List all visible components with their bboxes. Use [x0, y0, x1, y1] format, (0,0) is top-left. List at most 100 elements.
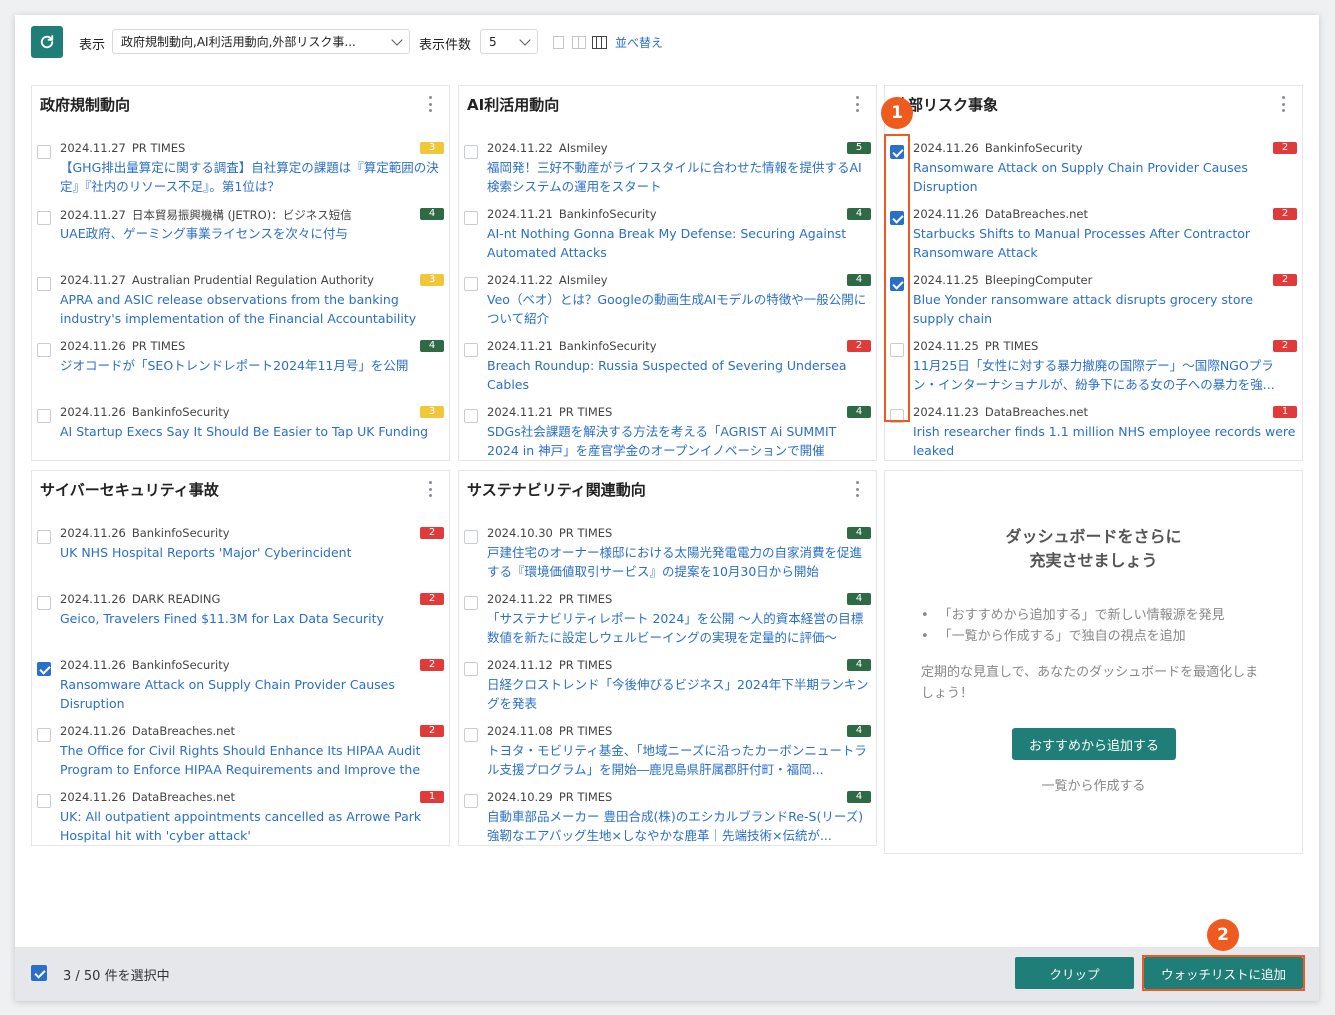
article-link[interactable]: UK NHS Hospital Reports 'Major' Cyberinc… [60, 543, 443, 562]
item-date: 2024.11.27 [60, 208, 126, 222]
item-checkbox[interactable] [464, 530, 478, 544]
article-link[interactable]: Geico, Travelers Fined $11.3M for Lax Da… [60, 609, 443, 628]
item-source: PR TIMES [558, 658, 613, 672]
importance-badge: 1 [1273, 406, 1297, 418]
item-checkbox[interactable] [37, 343, 51, 357]
item-checkbox[interactable] [37, 211, 51, 225]
item-checkbox[interactable] [37, 530, 51, 544]
item-checkbox[interactable] [37, 662, 51, 676]
item-source: BleepingComputer [984, 273, 1093, 287]
item-checkbox[interactable] [37, 145, 51, 159]
list-item: 2024.11.26 BankinfoSecurity 2 Ransomware At… [32, 648, 449, 714]
clip-button[interactable]: クリップ [1015, 957, 1134, 989]
display-select[interactable]: 政府規制動向,AI利活用動向,外部リスク事... [112, 29, 410, 54]
display-select-value: 政府規制動向,AI利活用動向,外部リスク事... [121, 35, 356, 49]
panel-ai-usage: AI利活用動向 2024.11.22 AIsmiley 5 福岡発！三好不動産がライフス… [458, 85, 877, 461]
annotation-marker-2: 2 [1207, 919, 1239, 951]
item-meta: 2024.11.26 DARK READING [60, 592, 220, 606]
article-link[interactable]: SDGs社会課題を解決する方法を考える「AGRIST Ai SUMMIT 202… [487, 422, 870, 460]
item-checkbox[interactable] [37, 596, 51, 610]
item-date: 2024.11.23 [913, 405, 979, 419]
article-link[interactable]: 戸建住宅のオーナー様邸における太陽光発電電力の自家消費を促進する『環境価値取引サ… [487, 543, 870, 581]
article-link[interactable]: 【GHG排出量算定に関する調査】自社算定の課題は『算定範囲の決定』『社内のリソー… [60, 158, 443, 196]
article-link[interactable]: 自動車部品メーカー 豊田合成(株)のエシカルブランドRe-S(リーズ) 強靭なエ… [487, 807, 870, 845]
list-item: 2024.11.27 PR TIMES 3 【GHG排出量算定に関する調査】自社算定の… [32, 131, 449, 197]
article-link[interactable]: Veo（ベオ）とは？Googleの動画生成AIモデルの特徴や一般公開について紹介 [487, 290, 870, 328]
item-source: AIsmiley [558, 141, 608, 155]
article-link[interactable]: Ransomware Attack on Supply Chain Provid… [913, 158, 1296, 196]
article-link[interactable]: 日経クロストレンド「今後伸びるビジネス」2024年下半期ランキングを発表 [487, 675, 870, 713]
importance-badge: 2 [1273, 340, 1297, 352]
panel-gov-regulation: 政府規制動向 2024.11.27 PR TIMES 3 【GHG排出量算定に関する調査… [31, 85, 450, 461]
item-meta: 2024.11.12 PR TIMES [487, 658, 612, 672]
item-checkbox[interactable] [464, 596, 478, 610]
more-options-icon[interactable] [856, 96, 860, 112]
article-link[interactable]: Ransomware Attack on Supply Chain Provid… [60, 675, 443, 713]
list-item: 2024.10.30 PR TIMES 4 戸建住宅のオーナー様邸における太陽光発電電… [459, 516, 876, 582]
item-checkbox[interactable] [464, 409, 478, 423]
item-checkbox[interactable] [37, 794, 51, 808]
more-options-icon[interactable] [429, 481, 433, 497]
more-options-icon[interactable] [1282, 96, 1286, 112]
article-link[interactable]: トヨタ・モビリティ基金、「地域ニーズに沿ったカーボンニュートラル支援プログラム」… [487, 741, 870, 779]
item-checkbox[interactable] [464, 662, 478, 676]
more-options-icon[interactable] [429, 96, 433, 112]
importance-badge: 4 [847, 406, 871, 418]
item-checkbox[interactable] [464, 343, 478, 357]
sort-link[interactable]: 並べ替え [615, 34, 663, 51]
item-date: 2024.11.26 [60, 724, 126, 738]
item-meta: 2024.11.26 DataBreaches.net [60, 790, 235, 804]
list-item: 2024.11.26 BankinfoSecurity 2 Ransomware At… [885, 131, 1302, 197]
article-link[interactable]: Blue Yonder ransomware attack disrupts g… [913, 290, 1296, 328]
item-checkbox[interactable] [464, 794, 478, 808]
more-options-icon[interactable] [856, 481, 860, 497]
item-source: PR TIMES [558, 724, 613, 738]
item-checkbox[interactable] [464, 277, 478, 291]
article-link[interactable]: AI Startup Execs Say It Should Be Easier… [60, 422, 443, 441]
article-link[interactable]: Irish researcher finds 1.1 million NHS e… [913, 422, 1296, 460]
item-meta: 2024.11.25 BleepingComputer [913, 273, 1092, 287]
chevron-down-icon [391, 33, 403, 46]
article-link[interactable]: The Office for Civil Rights Should Enhan… [60, 741, 443, 779]
layout-1col-icon[interactable] [553, 36, 564, 49]
article-link[interactable]: AI-nt Nothing Gonna Break My Defense: Se… [487, 224, 870, 262]
select-all-checkbox[interactable] [31, 965, 47, 981]
item-source: BankinfoSecurity [131, 405, 230, 419]
article-link[interactable]: 福岡発！三好不動産がライフスタイルに合わせた情報を提供するAI検索システムの運用… [487, 158, 870, 196]
count-select[interactable]: 5 [480, 29, 538, 54]
article-link[interactable]: APRA and ASIC release observations from … [60, 290, 443, 328]
promo-title-line1: ダッシュボードをさらに [1005, 527, 1182, 546]
article-link[interactable]: 「サステナビリティレポート 2024」を公開 〜人的資本経営の目標数値を新たに設… [487, 609, 870, 647]
article-link[interactable]: Breach Roundup: Russia Suspected of Seve… [487, 356, 870, 394]
item-date: 2024.11.26 [913, 141, 979, 155]
add-recommended-button[interactable]: おすすめから追加する [1012, 728, 1176, 760]
item-checkbox[interactable] [464, 145, 478, 159]
article-link[interactable]: 11月25日「女性に対する暴力撤廃の国際デー」〜国際NGOプラン・インターナショ… [913, 356, 1296, 394]
article-link[interactable]: UK: All outpatient appointments cancelle… [60, 807, 443, 845]
item-source: DataBreaches.net [984, 405, 1089, 419]
create-from-list-link[interactable]: 一覧から作成する [885, 775, 1302, 794]
article-link[interactable]: ジオコードが「SEOトレンドレポート2024年11月号」を公開 [60, 356, 443, 375]
list-item: 2024.11.22 AIsmiley 4 Veo（ベオ）とは？Googleの動画生成… [459, 263, 876, 329]
article-link[interactable]: Starbucks Shifts to Manual Processes Aft… [913, 224, 1296, 262]
layout-2col-icon[interactable] [572, 36, 586, 49]
importance-badge: 3 [420, 142, 444, 154]
refresh-button[interactable] [31, 26, 63, 58]
item-checkbox[interactable] [464, 211, 478, 225]
list-item: 2024.11.26 DataBreaches.net 2 Starbucks Shi… [885, 197, 1302, 263]
item-date: 2024.11.21 [487, 405, 553, 419]
panel-title: AI利活用動向 [467, 96, 560, 114]
item-date: 2024.11.26 [60, 526, 126, 540]
item-date: 2024.11.26 [60, 790, 126, 804]
item-checkbox[interactable] [37, 409, 51, 423]
item-checkbox[interactable] [37, 728, 51, 742]
item-date: 2024.11.26 [60, 658, 126, 672]
item-meta: 2024.11.21 BankinfoSecurity [487, 339, 657, 353]
item-date: 2024.11.27 [60, 141, 126, 155]
item-source: DataBreaches.net [131, 790, 236, 804]
layout-3col-icon[interactable] [592, 36, 607, 49]
item-checkbox[interactable] [37, 277, 51, 291]
article-link[interactable]: UAE政府、ゲーミング事業ライセンスを次々に付与 [60, 224, 443, 243]
item-checkbox[interactable] [464, 728, 478, 742]
item-meta: 2024.11.27 日本貿易振興機構 (JETRO)：ビジネス短信 [60, 207, 352, 223]
